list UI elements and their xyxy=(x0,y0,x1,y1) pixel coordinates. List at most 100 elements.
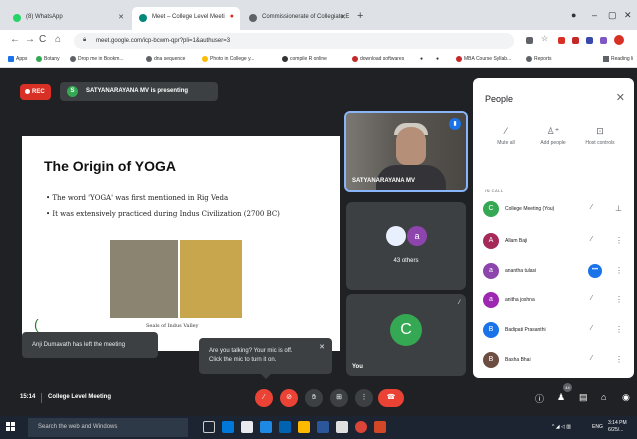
bookmark-item[interactable]: Botany xyxy=(36,56,60,62)
forward-button[interactable]: → xyxy=(25,34,35,45)
extension-icon[interactable] xyxy=(586,37,593,44)
tab-whatsapp[interactable]: (8) WhatsApp ✕ xyxy=(6,7,132,30)
minimize-button[interactable]: – xyxy=(592,10,597,20)
more-options-icon[interactable]: ⋮ xyxy=(615,355,623,364)
globe-icon xyxy=(249,14,257,22)
mic-off-icon[interactable]: ⁄ xyxy=(591,325,592,332)
profile-icon[interactable]: ● xyxy=(571,10,576,20)
mic-off-icon: ⁄ xyxy=(458,300,460,306)
presenter-video-tile[interactable]: ▮ SATYANARAYANA MV xyxy=(344,111,468,192)
more-options-icon[interactable]: ⋮ xyxy=(615,325,623,334)
slide-title: The Origin of YOGA xyxy=(44,158,176,174)
more-options-icon[interactable]: ⋮ xyxy=(615,266,623,275)
bookmark-item[interactable]: dna sequence xyxy=(146,56,185,62)
close-tab-icon[interactable]: ✕ xyxy=(118,13,124,21)
self-tile[interactable]: ⁄ C You xyxy=(346,294,466,376)
bookmark-icon xyxy=(70,56,76,62)
raise-hand-button[interactable]: ✋︎ xyxy=(305,389,323,407)
app-icon[interactable] xyxy=(279,421,291,433)
bookmark-item[interactable]: Photo in College y... xyxy=(202,56,254,62)
participant-row[interactable]: a anitha joshna ⁄ ⋮ xyxy=(483,290,629,312)
camera-toggle-button[interactable]: ⊘ xyxy=(280,389,298,407)
profile-avatar-icon[interactable] xyxy=(614,35,624,45)
leave-call-button[interactable]: ☎︎ xyxy=(378,389,404,407)
extension-icon[interactable] xyxy=(572,37,579,44)
reload-button[interactable]: C xyxy=(39,34,46,45)
participant-row[interactable]: a anantha tulasi ••• ⋮ xyxy=(483,261,629,283)
task-view-icon[interactable] xyxy=(203,421,215,433)
system-clock[interactable]: 3:14 PM 6/25/... xyxy=(608,420,627,434)
back-button[interactable]: ← xyxy=(10,34,20,45)
reading-list-icon xyxy=(603,56,609,62)
chat-icon[interactable]: ▤ xyxy=(579,392,588,403)
tab-commissionerate[interactable]: Commissionerate of Collegiate E ✕ xyxy=(242,7,354,30)
chrome-icon[interactable] xyxy=(355,421,367,433)
activities-icon[interactable]: ⌂ xyxy=(601,392,606,402)
bookmark-item[interactable]: Apps xyxy=(8,56,27,62)
extension-icon[interactable] xyxy=(558,37,565,44)
powerpoint-icon[interactable] xyxy=(374,421,386,433)
star-icon[interactable]: ☆ xyxy=(541,34,548,43)
mute-all-button[interactable]: ⁄ Mute all xyxy=(481,126,531,146)
extension-icon[interactable] xyxy=(600,37,607,44)
mic-off-icon[interactable]: ⁄ xyxy=(591,236,592,243)
more-options-icon[interactable]: ⋮ xyxy=(615,295,623,304)
mic-toggle-button[interactable]: ⁄ xyxy=(255,389,273,407)
taskbar-search-field[interactable]: Search the web and Windows xyxy=(28,418,188,437)
language-indicator[interactable]: ENG xyxy=(592,424,603,430)
info-icon[interactable]: ⓘ xyxy=(535,392,544,405)
store-icon[interactable] xyxy=(222,421,234,433)
others-tile[interactable]: a 43 others xyxy=(346,202,466,290)
present-button[interactable]: ⊞ xyxy=(330,389,348,407)
indus-seal-image xyxy=(180,240,242,318)
presenting-banner: S SATYANARAYANA MV is presenting xyxy=(60,82,218,101)
maximize-button[interactable]: ▢ xyxy=(608,10,617,21)
participant-row[interactable]: B Basha Bhai ⁄ ⋮ xyxy=(483,350,629,372)
hang-up-icon: ☎︎ xyxy=(386,394,396,401)
bookmark-item[interactable]: download softwares xyxy=(352,56,404,62)
home-button[interactable]: ⌂ xyxy=(55,34,61,45)
file-explorer-icon[interactable] xyxy=(241,421,253,433)
bookmark-icon-only[interactable]: ● xyxy=(436,56,439,62)
participant-row[interactable]: B Badipati Prasanthi ⁄ ⋮ xyxy=(483,320,629,342)
bookmark-item[interactable]: Drop me in Bookm... xyxy=(70,56,124,62)
bookmark-icon-only[interactable]: ● xyxy=(420,56,423,62)
speaking-indicator-icon: ••• xyxy=(588,264,602,278)
app-icon[interactable] xyxy=(336,421,348,433)
reading-list[interactable]: Reading li xyxy=(603,56,633,62)
edge-icon[interactable] xyxy=(260,421,272,433)
mic-off-icon[interactable]: ⁄ xyxy=(591,204,592,211)
add-people-button[interactable]: ♙⁺ Add people xyxy=(528,126,578,146)
more-options-button[interactable]: ⋮ xyxy=(355,389,373,407)
bookmark-icon xyxy=(352,56,358,62)
url-field[interactable]: 🔒︎ meet.google.com/icp-bcwm-qpr?pli=1&au… xyxy=(74,33,514,49)
mic-off-icon[interactable]: ⁄ xyxy=(591,355,592,362)
tray-icons[interactable]: ^ ◢ ◁ ▥ xyxy=(552,424,571,430)
word-icon[interactable] xyxy=(317,421,329,433)
presenter-avatar: S xyxy=(67,86,78,97)
host-controls-button[interactable]: ⊡ Host controls xyxy=(575,126,625,146)
new-tab-button[interactable]: + xyxy=(357,10,363,22)
people-icon[interactable]: ♟︎ xyxy=(557,392,565,403)
close-tab-icon[interactable]: ✕ xyxy=(340,13,346,21)
bookmark-item[interactable]: compile R online xyxy=(282,56,327,62)
bookmark-item[interactable]: Reports xyxy=(526,56,552,62)
bookmark-icon xyxy=(526,56,532,62)
close-window-button[interactable]: ✕ xyxy=(624,10,632,21)
participant-row[interactable]: A Allam Baji ⁄ ⋮ xyxy=(483,231,629,253)
lock-icon: 🔒︎ xyxy=(83,37,87,43)
explorer-folder-icon[interactable] xyxy=(298,421,310,433)
more-options-icon[interactable]: ⋮ xyxy=(615,236,623,245)
participant-row[interactable]: C College Meeting (You) ⁄ ⊥ xyxy=(483,199,629,221)
camera-permission-icon[interactable] xyxy=(526,37,533,44)
windows-start-icon[interactable] xyxy=(6,422,16,432)
bookmark-item[interactable]: MBA Course Syllab... xyxy=(456,56,511,62)
close-tooltip-icon[interactable]: ✕ xyxy=(319,343,325,352)
tab-meet[interactable]: Meet – College Level Meeti ● xyxy=(132,7,240,30)
close-panel-icon[interactable]: ✕ xyxy=(616,91,625,104)
pin-icon[interactable]: ⊥ xyxy=(615,204,622,213)
camera-off-icon: ⊘ xyxy=(286,394,292,401)
avatar xyxy=(386,226,406,246)
mic-off-icon[interactable]: ⁄ xyxy=(591,295,592,302)
host-lock-icon[interactable]: ◉ xyxy=(622,392,630,403)
